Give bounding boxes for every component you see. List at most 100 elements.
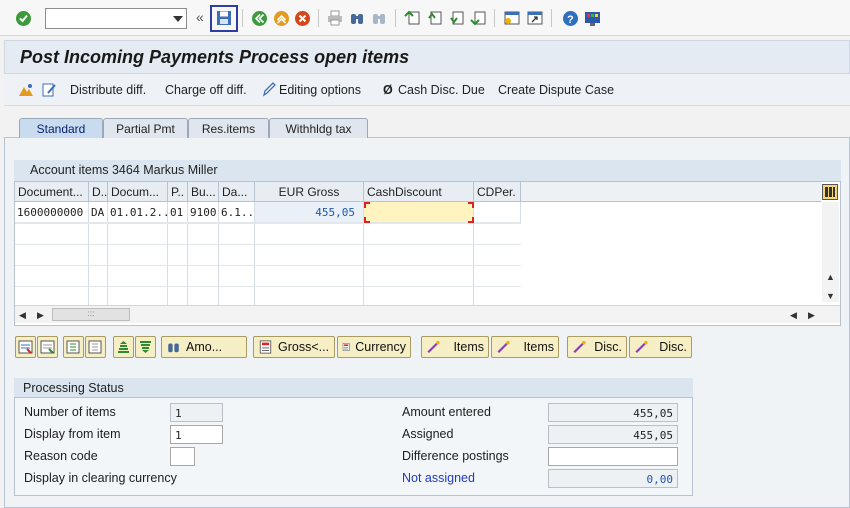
scroll-left-icon[interactable]: ◀ <box>790 310 797 321</box>
column-header[interactable]: EUR Gross <box>255 182 364 202</box>
gross-to-net-button[interactable]: Gross<... <box>253 336 335 358</box>
vertical-scrollbar[interactable] <box>822 202 839 302</box>
difference-postings-label: Difference postings <box>402 449 509 463</box>
find-next-icon[interactable] <box>370 9 388 27</box>
system-toolbar: « ? <box>0 0 850 36</box>
cash-disc-due-button[interactable]: Cash Disc. Due <box>398 83 485 97</box>
column-header[interactable]: P.. <box>168 182 188 202</box>
cd-period-input[interactable] <box>474 202 521 223</box>
scroll-up-icon[interactable]: ▲ <box>826 272 835 282</box>
charge-off-diff-button[interactable]: Charge off diff. <box>165 83 247 97</box>
deactivate-discount-label: Disc. <box>659 340 687 354</box>
tab-res-items[interactable]: Res.items <box>188 118 269 138</box>
column-header[interactable]: Da... <box>219 182 255 202</box>
select-block-icon[interactable] <box>63 336 84 358</box>
table-cell[interactable]: DA <box>89 202 108 223</box>
scroll-left-icon[interactable]: ◀ <box>19 310 26 321</box>
search-amount-button[interactable]: Amo... <box>161 336 247 358</box>
find-icon[interactable] <box>348 9 366 27</box>
deselect-all-icon[interactable] <box>37 336 58 358</box>
create-dispute-case-button[interactable]: Create Dispute Case <box>498 83 614 97</box>
horizontal-scrollbar[interactable] <box>15 305 840 323</box>
last-page-icon[interactable] <box>469 9 487 27</box>
display-from-item-input[interactable]: 1 <box>170 425 223 444</box>
editing-options-button[interactable]: Editing options <box>279 83 361 97</box>
enter-icon[interactable] <box>14 9 32 27</box>
shortcut-icon[interactable] <box>526 9 544 27</box>
currency-button[interactable]: Currency <box>337 336 411 358</box>
save-icon[interactable] <box>215 9 233 27</box>
currency-label: Currency <box>355 340 406 354</box>
exit-icon[interactable] <box>272 9 290 27</box>
search-amount-label: Amo... <box>186 340 223 354</box>
create-session-icon[interactable] <box>503 9 521 27</box>
reason-code-input[interactable] <box>170 447 195 466</box>
amount-entered-field: 455,05 <box>548 403 678 422</box>
toolbar-separator <box>318 9 319 27</box>
activate-discount-button[interactable]: Disc. <box>567 336 627 358</box>
activate-items-label: Items <box>453 340 484 354</box>
back-icon[interactable] <box>250 9 268 27</box>
table-cell[interactable]: 1600000000 <box>15 202 89 223</box>
table-cell[interactable]: 9100 <box>188 202 219 223</box>
column-header[interactable]: D.. <box>89 182 108 202</box>
help-icon[interactable]: ? <box>561 9 579 27</box>
column-header[interactable]: Docum... <box>108 182 168 202</box>
scroll-right-icon[interactable]: ▶ <box>37 310 44 321</box>
svg-text:?: ? <box>567 14 574 26</box>
pencil-icon <box>262 82 276 100</box>
table-cell[interactable]: 01.01.2... <box>108 202 168 223</box>
magic-wand-icon <box>427 340 440 354</box>
not-assigned-field: 0,00 <box>548 469 678 488</box>
processing-status-title: Processing Status <box>23 381 124 395</box>
cancel-icon[interactable] <box>293 9 311 27</box>
deactivate-items-button[interactable]: Items <box>491 336 559 358</box>
distribute-diff-button[interactable]: Distribute diff. <box>70 83 146 97</box>
column-header[interactable]: CDPer. <box>474 182 521 202</box>
chevron-down-icon[interactable] <box>173 16 183 22</box>
activate-items-button[interactable]: Items <box>421 336 489 358</box>
tab-partial-pmt[interactable]: Partial Pmt <box>103 118 188 138</box>
table-cell[interactable]: 6.1... <box>219 202 255 223</box>
scroll-right-icon[interactable]: ▶ <box>808 310 815 321</box>
scroll-down-icon[interactable]: ▼ <box>826 291 835 301</box>
difference-postings-field[interactable] <box>548 447 678 466</box>
deselect-block-icon[interactable] <box>85 336 106 358</box>
column-header[interactable]: Document... <box>15 182 89 202</box>
horizontal-scroll-thumb[interactable]: ::: <box>52 308 130 321</box>
header-filler <box>521 182 821 202</box>
first-page-icon[interactable] <box>403 9 421 27</box>
edit-document-icon[interactable] <box>41 82 57 101</box>
table-cell[interactable]: 01 <box>168 202 188 223</box>
column-settings-icon[interactable] <box>822 184 838 200</box>
sort-descending-icon[interactable] <box>135 336 156 358</box>
magic-wand-icon <box>635 340 648 354</box>
next-page-icon[interactable] <box>447 9 465 27</box>
select-all-icon[interactable] <box>15 336 36 358</box>
cash-discount-input[interactable] <box>364 202 474 223</box>
column-header[interactable]: Bu... <box>188 182 219 202</box>
magic-wand-icon <box>497 340 510 354</box>
tab-standard[interactable]: Standard <box>19 118 103 138</box>
column-header[interactable]: CashDiscount <box>364 182 474 202</box>
not-assigned-label: Not assigned <box>402 471 475 485</box>
print-icon[interactable] <box>326 9 344 27</box>
grid-title: Account items 3464 Markus Miller <box>30 163 218 177</box>
activate-discount-label: Disc. <box>594 340 622 354</box>
previous-page-icon[interactable] <box>425 9 443 27</box>
mountain-chart-icon[interactable] <box>18 82 34 101</box>
collapse-chevron-icon[interactable]: « <box>196 9 204 25</box>
toolbar-separator <box>242 9 243 27</box>
reason-code-label: Reason code <box>24 449 98 463</box>
display-clearing-currency-label[interactable]: Display in clearing currency <box>24 471 177 485</box>
sort-ascending-icon[interactable] <box>113 336 134 358</box>
eur-gross-cell[interactable]: 455,05 <box>255 202 364 223</box>
command-field[interactable] <box>45 8 187 29</box>
cash-discount-icon: Ø <box>383 83 393 97</box>
customize-layout-icon[interactable] <box>583 9 601 27</box>
cell-focus-corner <box>364 202 370 208</box>
display-from-item-label: Display from item <box>24 427 121 441</box>
deactivate-discount-button[interactable]: Disc. <box>629 336 692 358</box>
tab-withholding-tax[interactable]: Withhldg tax <box>269 118 368 138</box>
assigned-field: 455,05 <box>548 425 678 444</box>
